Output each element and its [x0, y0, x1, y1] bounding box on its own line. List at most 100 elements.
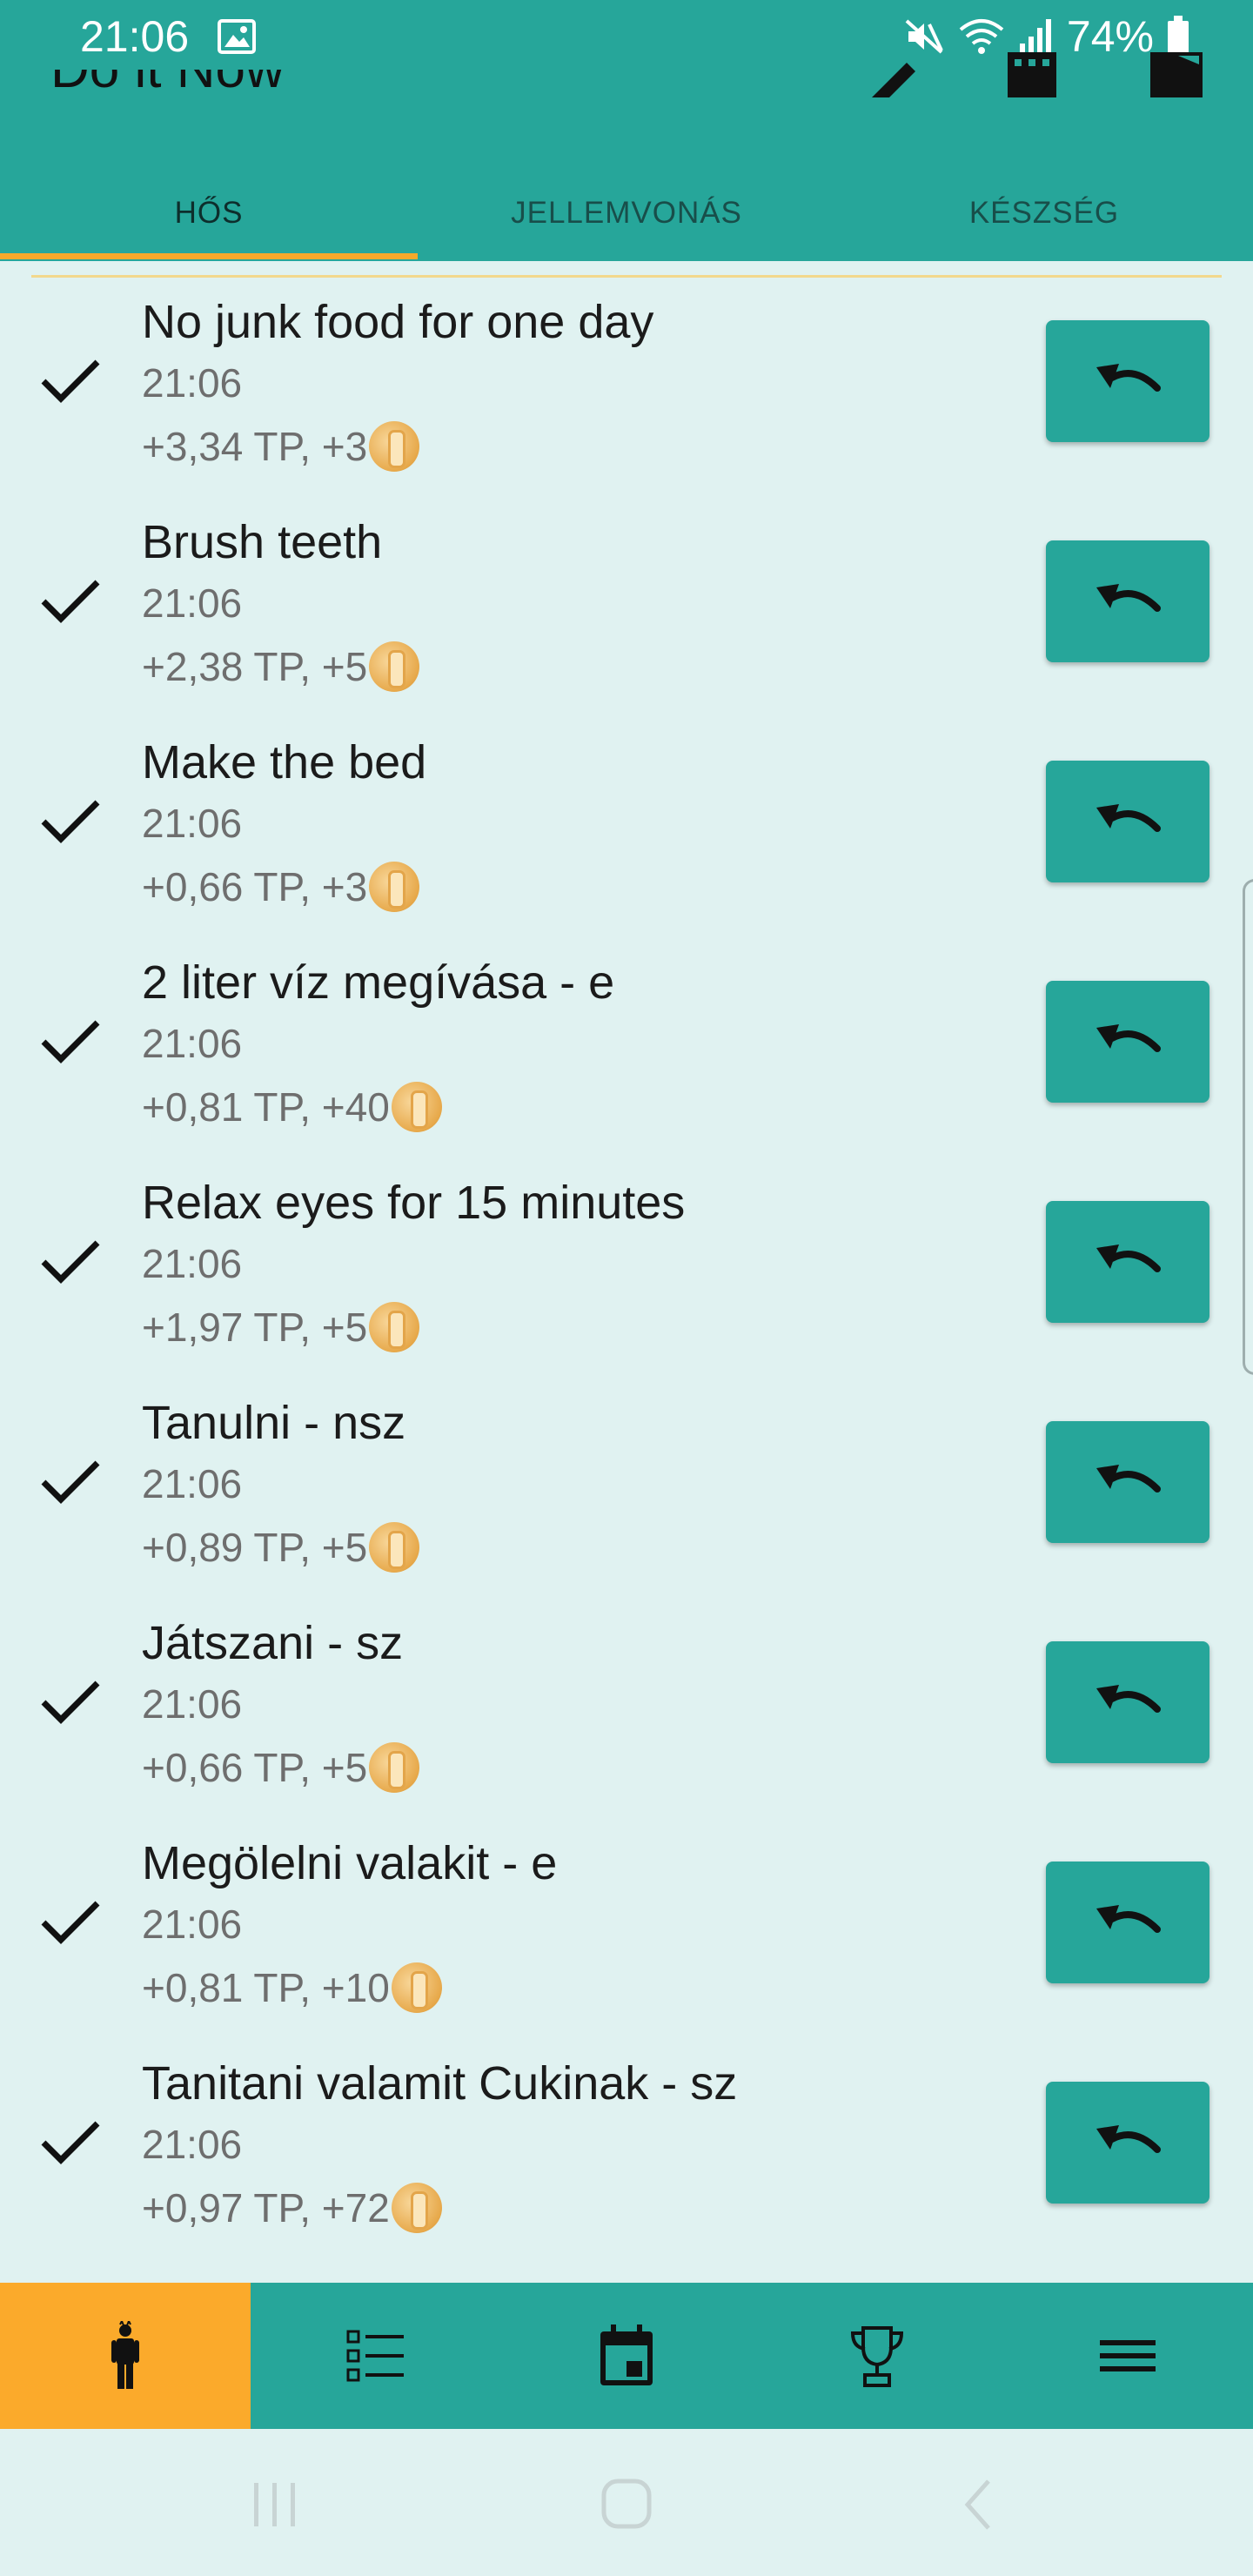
nav-hero[interactable]: [0, 2283, 251, 2429]
task-title: No junk food for one day: [142, 296, 654, 348]
edit-icon[interactable]: [854, 52, 921, 97]
export-icon[interactable]: [1143, 52, 1209, 97]
nav-achievements[interactable]: [752, 2283, 1002, 2429]
home-icon[interactable]: [592, 2474, 661, 2535]
coin-icon: [391, 1962, 442, 2013]
menu-icon: [1100, 2340, 1156, 2371]
task-reward: +0,97 TP, +72: [142, 2183, 442, 2233]
task-reward-text: +0,97 TP, +72: [142, 2185, 390, 2231]
checkmark-icon: [41, 580, 100, 623]
coin-icon: [369, 421, 420, 472]
undo-icon: [1096, 1024, 1161, 1052]
task-title: 2 liter víz megívása - e: [142, 956, 615, 1009]
checkmark-icon: [41, 1460, 100, 1504]
nav-menu[interactable]: [1002, 2283, 1253, 2429]
undo-button[interactable]: [1046, 1201, 1209, 1323]
task-reward: +0,81 TP, +40: [142, 1082, 442, 1132]
task-time: 21:06: [142, 1902, 243, 1947]
scroll-indicator[interactable]: [1243, 879, 1253, 1375]
tab-hero[interactable]: HŐS: [0, 165, 418, 261]
checkmark-icon: [41, 2121, 100, 2164]
task-time: 21:06: [142, 1241, 243, 1286]
task-row: Relax eyes for 15 minutes 21:06 +1,97 TP…: [0, 1159, 1253, 1379]
back-icon[interactable]: [943, 2474, 1013, 2535]
task-reward: +3,34 TP, +3: [142, 421, 420, 472]
checkmark-icon: [41, 800, 100, 843]
checkmark-icon: [41, 359, 100, 403]
task-row: No junk food for one day 21:06 +3,34 TP,…: [0, 278, 1253, 499]
coin-icon: [369, 641, 420, 692]
list-divider: [31, 275, 1222, 278]
coin-icon: [369, 1302, 420, 1352]
tab-bar: HŐS JELLEMVONÁS KÉSZSÉG: [0, 165, 1253, 261]
nav-calendar[interactable]: [501, 2283, 752, 2429]
coin-icon: [391, 1082, 442, 1132]
checkmark-icon: [41, 1901, 100, 1944]
system-navigation-bar: [0, 2429, 1253, 2576]
task-reward-text: +2,38 TP, +5: [142, 644, 368, 689]
undo-button[interactable]: [1046, 761, 1209, 882]
task-title: Make the bed: [142, 736, 427, 788]
undo-icon: [1096, 804, 1161, 832]
task-reward: +0,81 TP, +10: [142, 1962, 442, 2013]
coin-icon: [369, 862, 420, 912]
undo-button[interactable]: [1046, 981, 1209, 1103]
undo-button[interactable]: [1046, 1862, 1209, 1983]
task-reward: +2,38 TP, +5: [142, 641, 420, 692]
coin-icon: [391, 2183, 442, 2233]
task-time: 21:06: [142, 2122, 243, 2167]
undo-button[interactable]: [1046, 1421, 1209, 1543]
battery-icon: [1168, 16, 1189, 56]
task-reward-text: +1,97 TP, +5: [142, 1305, 368, 1350]
calendar-icon: [600, 2324, 653, 2385]
mute-icon: [905, 19, 943, 54]
tab-skills[interactable]: KÉSZSÉG: [835, 165, 1253, 261]
checkmark-icon: [41, 1020, 100, 1063]
undo-icon: [1096, 1465, 1161, 1493]
undo-icon: [1096, 2125, 1161, 2153]
task-reward-text: +0,81 TP, +10: [142, 1965, 390, 2010]
task-title: Játszani - sz: [142, 1617, 404, 1669]
bottom-navigation: [0, 2283, 1253, 2429]
undo-button[interactable]: [1046, 2082, 1209, 2204]
task-title: Megölelni valakit - e: [142, 1837, 558, 1889]
task-row: Brush teeth 21:06 +2,38 TP, +5: [0, 499, 1253, 719]
undo-button[interactable]: [1046, 1641, 1209, 1763]
checkmark-icon: [41, 1680, 100, 1724]
task-reward-text: +0,66 TP, +3: [142, 864, 368, 909]
trophy-icon: [850, 2326, 904, 2387]
task-title: Tanulni - nsz: [142, 1397, 406, 1449]
recents-icon[interactable]: [240, 2474, 310, 2535]
task-row: Make the bed 21:06 +0,66 TP, +3: [0, 719, 1253, 939]
nav-tasks[interactable]: [251, 2283, 501, 2429]
tab-traits[interactable]: JELLEMVONÁS: [418, 165, 835, 261]
task-time: 21:06: [142, 1681, 243, 1727]
signal-icon: [1019, 19, 1051, 54]
task-reward: +0,66 TP, +3: [142, 862, 420, 912]
status-time: 21:06: [80, 12, 190, 61]
task-title: Tanitani valamit Cukinak - sz: [142, 2057, 738, 2110]
task-time: 21:06: [142, 360, 243, 406]
undo-button[interactable]: [1046, 320, 1209, 442]
undo-icon: [1096, 1905, 1161, 1933]
task-time: 21:06: [142, 801, 243, 846]
task-row: Játszani - sz 21:06 +0,66 TP, +5: [0, 1600, 1253, 1820]
task-title: Brush teeth: [142, 516, 383, 568]
task-reward: +1,97 TP, +5: [142, 1302, 420, 1352]
calendar-action-icon[interactable]: [999, 52, 1065, 97]
undo-icon: [1096, 1685, 1161, 1713]
app-bar: 21:06 74% Do it Now HŐS JELLEMVONÁS KÉSZ…: [0, 0, 1253, 261]
task-row: Tanulni - nsz 21:06 +0,89 TP, +5: [0, 1379, 1253, 1600]
undo-button[interactable]: [1046, 540, 1209, 662]
task-reward: +0,89 TP, +5: [142, 1522, 420, 1573]
task-reward-text: +3,34 TP, +3: [142, 424, 368, 469]
task-row: 2 liter víz megívása - e 21:06 +0,81 TP,…: [0, 939, 1253, 1159]
task-time: 21:06: [142, 1021, 243, 1066]
task-time: 21:06: [142, 580, 243, 626]
task-reward-text: +0,66 TP, +5: [142, 1745, 368, 1790]
gallery-icon: [218, 19, 256, 54]
task-title: Relax eyes for 15 minutes: [142, 1177, 686, 1229]
completed-task-list: No junk food for one day 21:06 +3,34 TP,…: [0, 278, 1253, 2260]
toolbar-actions: [854, 52, 1209, 97]
undo-icon: [1096, 584, 1161, 612]
